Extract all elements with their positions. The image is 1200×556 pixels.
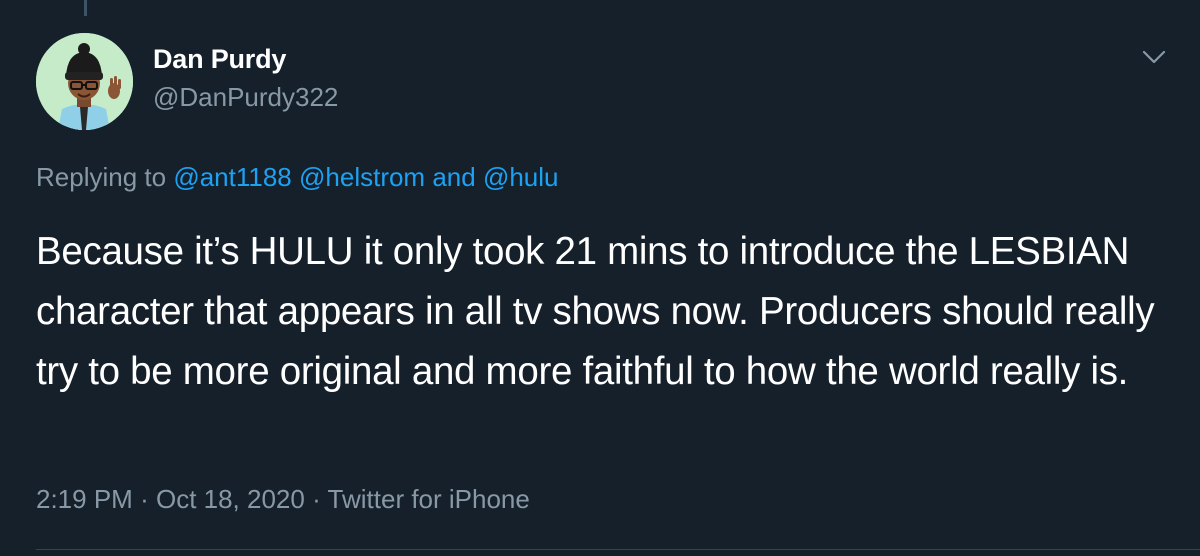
meta-separator: ·: [312, 484, 321, 514]
tweet-date[interactable]: Oct 18, 2020: [156, 484, 305, 514]
mention-link[interactable]: @ant1188: [173, 162, 291, 192]
avatar-memoji-icon: [36, 33, 133, 130]
tweet-source[interactable]: Twitter for iPhone: [328, 484, 530, 514]
divider: [36, 549, 1200, 550]
author-handle[interactable]: @DanPurdy322: [153, 82, 338, 113]
mention-link[interactable]: @helstrom: [299, 162, 425, 192]
meta-separator: ·: [140, 484, 149, 514]
author-name[interactable]: Dan Purdy: [153, 44, 286, 75]
tweet-time[interactable]: 2:19 PM: [36, 484, 133, 514]
tweet-meta: 2:19 PM · Oct 18, 2020 · Twitter for iPh…: [36, 484, 530, 515]
replying-to-line: Replying to @ant1188 @helstrom and @hulu: [36, 162, 559, 193]
replying-to-label: Replying to: [36, 162, 167, 192]
chevron-down-icon[interactable]: [1140, 46, 1168, 68]
mention-link[interactable]: @hulu: [483, 162, 559, 192]
avatar[interactable]: [36, 33, 133, 130]
tweet-text: Because it’s HULU it only took 21 mins t…: [36, 230, 1155, 393]
thread-connector-line: [84, 0, 87, 16]
and-label: and: [432, 162, 476, 192]
